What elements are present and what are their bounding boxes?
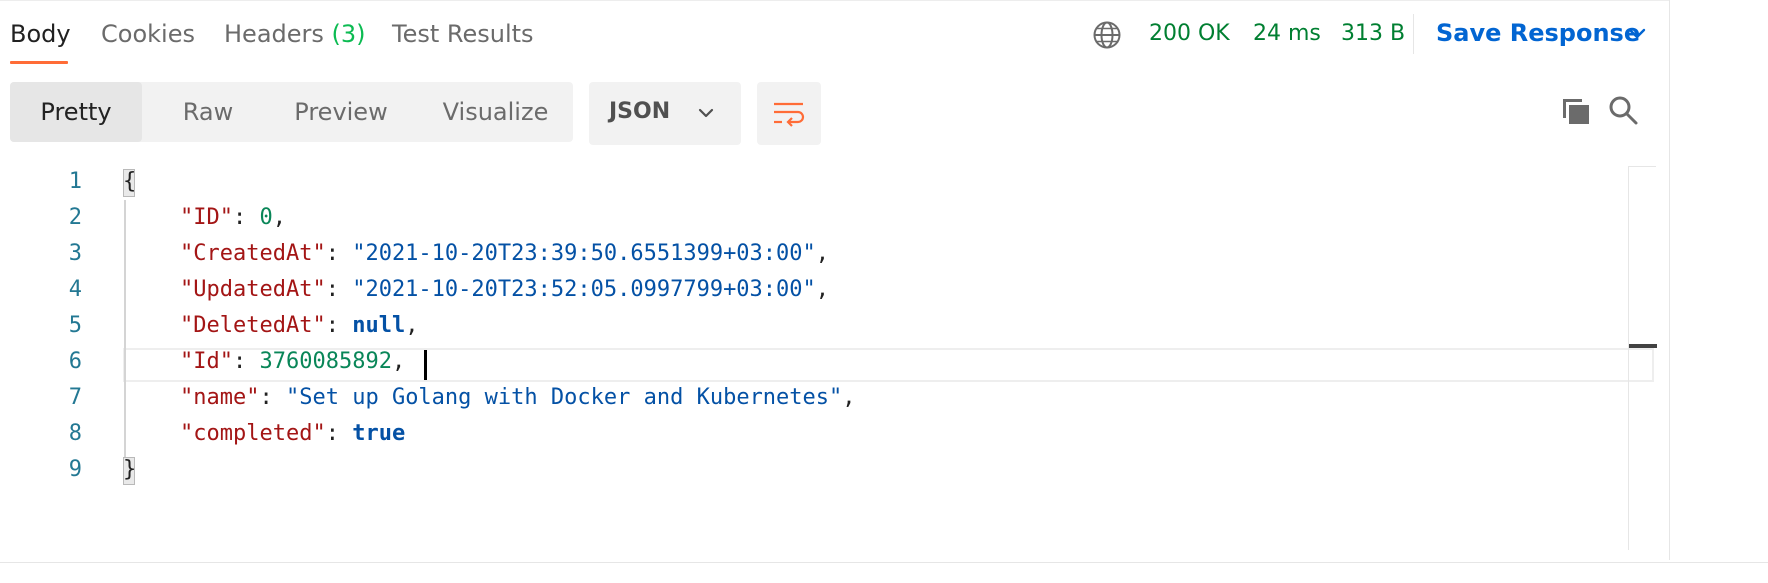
response-time[interactable]: 24 ms	[1253, 21, 1321, 46]
json-value: null	[352, 313, 406, 338]
line-number: 6	[68, 349, 82, 374]
cursor-position-marker	[1629, 344, 1657, 348]
chevron-down-icon	[698, 108, 714, 118]
save-response-button[interactable]: Save Response	[1436, 19, 1640, 47]
line-number: 3	[68, 241, 82, 266]
json-key: "UpdatedAt"	[180, 277, 326, 302]
indent-guide	[124, 200, 126, 468]
code-line-name: "name": "Set up Golang with Docker and K…	[180, 385, 856, 410]
json-value: true	[352, 421, 406, 446]
json-key: "name"	[180, 385, 260, 410]
line-number: 4	[68, 277, 82, 302]
json-key: "ID"	[180, 205, 233, 230]
vertical-scrollbar[interactable]	[1628, 166, 1629, 550]
format-dropdown[interactable]: JSON	[589, 82, 741, 145]
view-mode-raw[interactable]: Raw	[160, 82, 256, 142]
view-mode-visualize[interactable]: Visualize	[430, 82, 561, 142]
wrap-lines-button[interactable]	[757, 82, 821, 145]
json-value: 3760085892	[259, 349, 392, 374]
json-value: 0	[259, 205, 273, 230]
code-line-completed: "completed": true	[180, 421, 405, 446]
code-line-updated-at: "UpdatedAt": "2021-10-20T23:52:05.099779…	[180, 277, 829, 302]
json-comma: ,	[815, 277, 830, 302]
json-comma: ,	[272, 205, 286, 230]
code-line-id-number: "Id": 3760085892,	[180, 349, 405, 374]
close-brace: }	[123, 457, 137, 482]
status-divider	[1413, 14, 1414, 54]
line-number: 2	[68, 205, 82, 230]
headers-count-badge: (3)	[331, 20, 366, 48]
line-number: 9	[68, 457, 82, 482]
json-comma: ,	[815, 241, 830, 266]
tab-headers-label: Headers	[224, 20, 324, 48]
json-comma: ,	[842, 385, 856, 410]
json-separator: :	[325, 313, 353, 338]
chevron-down-icon[interactable]	[1627, 26, 1647, 42]
json-separator: :	[325, 421, 353, 446]
json-value: "Set up Golang with Docker and Kubernete…	[285, 385, 843, 410]
code-line-deleted-at: "DeletedAt": null,	[180, 313, 418, 338]
top-divider	[0, 0, 1669, 1]
json-value: "2021-10-20T23:52:05.0997799+03:00"	[352, 277, 816, 302]
json-comma: ,	[391, 349, 406, 374]
json-key: "Id"	[180, 349, 233, 374]
text-cursor	[424, 350, 427, 380]
response-size[interactable]: 313 B	[1341, 21, 1405, 46]
format-selected-value: JSON	[609, 99, 671, 124]
line-number: 8	[68, 421, 82, 446]
open-brace: {	[123, 169, 137, 194]
line-number: 5	[68, 313, 82, 338]
overview-ruler-top	[1628, 166, 1656, 167]
search-icon[interactable]	[1607, 94, 1639, 126]
json-separator: :	[259, 385, 286, 410]
line-number: 7	[68, 385, 82, 410]
code-line-created-at: "CreatedAt": "2021-10-20T23:39:50.655139…	[180, 241, 829, 266]
tab-headers[interactable]: Headers (3)	[224, 20, 366, 48]
json-separator: :	[325, 277, 353, 302]
wrap-lines-icon	[774, 102, 805, 127]
json-separator: :	[232, 205, 260, 230]
copy-icon[interactable]	[1560, 95, 1592, 127]
code-line-id: "ID": 0,	[180, 205, 286, 230]
json-value: "2021-10-20T23:39:50.6551399+03:00"	[352, 241, 816, 266]
status-code[interactable]: 200 OK	[1149, 21, 1230, 46]
globe-icon[interactable]	[1092, 20, 1122, 50]
panel-right-divider	[1669, 0, 1670, 560]
tab-cookies[interactable]: Cookies	[101, 20, 195, 48]
json-key: "CreatedAt"	[180, 241, 326, 266]
json-separator: :	[325, 241, 353, 266]
tab-body[interactable]: Body	[10, 20, 71, 48]
tab-test-results[interactable]: Test Results	[392, 20, 534, 48]
view-mode-selector: Pretty Raw Preview Visualize	[10, 82, 573, 142]
view-mode-preview[interactable]: Preview	[274, 82, 408, 142]
line-number: 1	[68, 169, 82, 194]
json-comma: ,	[405, 313, 419, 338]
footer-divider	[0, 562, 1768, 563]
json-separator: :	[232, 349, 260, 374]
json-key: "completed"	[180, 421, 326, 446]
view-mode-pretty[interactable]: Pretty	[10, 82, 142, 142]
active-tab-indicator	[10, 61, 68, 64]
json-key: "DeletedAt"	[180, 313, 326, 338]
